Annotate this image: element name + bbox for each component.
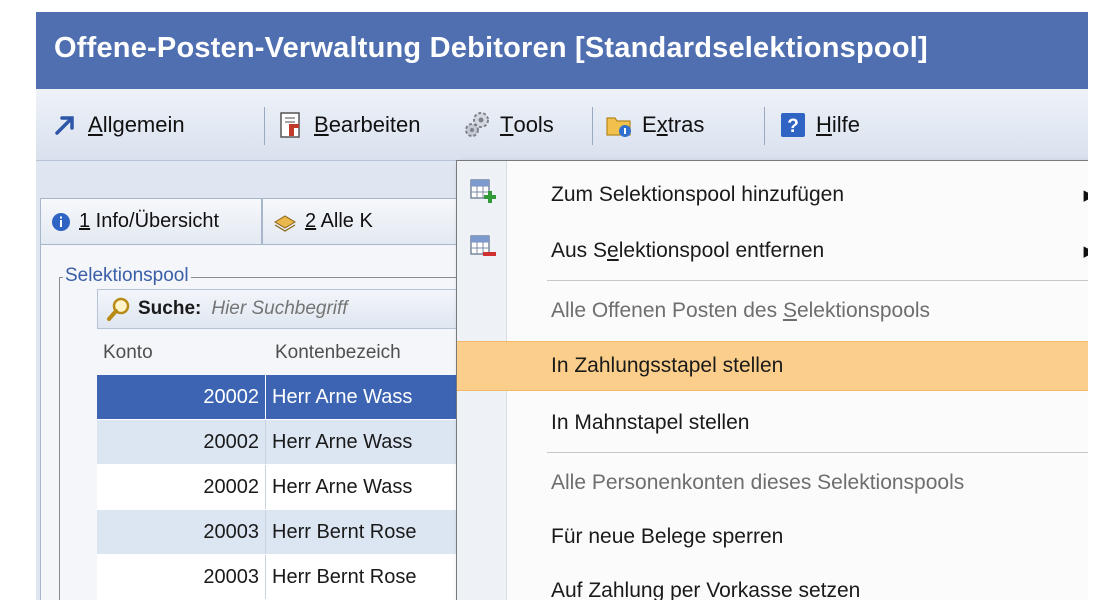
menu-extras-label: tras: [667, 112, 705, 137]
folder-icon: [604, 110, 634, 140]
arrow-icon: [50, 110, 80, 140]
tab-alle-key: 2: [305, 210, 317, 232]
menu-tools-key: T: [500, 112, 514, 137]
toolbar-separator: [264, 107, 265, 145]
menu-header1-key: S: [782, 299, 797, 322]
menu-header-personenkonten-label: Alle Personenkonten dieses Selektionspoo…: [551, 471, 965, 494]
submenu-arrow-icon: ▶: [1083, 186, 1088, 204]
menu-extras[interactable]: Ex tras: [604, 106, 704, 144]
cell-konto: 20002: [203, 385, 259, 408]
info-icon: [51, 212, 71, 232]
tab-info-uebersicht[interactable]: 1 Info/Übersicht: [40, 198, 262, 244]
menu-extras-pre: E: [642, 112, 657, 137]
menu-header-offene-posten-label: Alle Offenen Posten des Selektionspools: [551, 299, 930, 323]
menu-item-sperren-label: Für neue Belege sperren: [551, 525, 784, 548]
menu-header-offene-posten: Alle Offenen Posten des Selektionspools: [457, 285, 1088, 337]
menu-item-vorkasse[interactable]: Auf Zahlung per Vorkasse setzen: [457, 565, 1088, 600]
menu-allgemein[interactable]: Allgemein: [50, 106, 185, 144]
search-icon: [106, 296, 132, 322]
document-icon: [276, 110, 306, 140]
toolbar: Allgemein Bearbeiten Tools Ex tras ? H i…: [36, 89, 1088, 161]
menu-tools[interactable]: Tools: [462, 106, 554, 144]
table-add-icon: [469, 177, 497, 205]
menu-bearbeiten-label: earbeiten: [328, 112, 421, 137]
column-header-konto[interactable]: Konto: [97, 331, 265, 375]
menu-item-zahlungsstapel-label: In Zahlungsstapel stellen: [551, 354, 784, 377]
pages-icon: [273, 212, 297, 232]
cell-konto: 20002: [203, 430, 259, 453]
menu-item-mahnstapel[interactable]: In Mahnstapel stellen: [457, 397, 1088, 449]
menu-tools-label: ools: [513, 112, 554, 137]
tab-bar: 1 Info/Übersicht 2 Alle K: [36, 198, 476, 244]
menu-extras-key: x: [656, 112, 668, 137]
search-input[interactable]: [211, 298, 452, 320]
menu-header-personenkonten: Alle Personenkonten dieses Selektionspoo…: [457, 457, 1088, 509]
menu-bearbeiten-key: B: [314, 112, 329, 137]
menu-item-vorkasse-label: Auf Zahlung per Vorkasse setzen: [551, 579, 861, 600]
menu-hilfe-label: ilfe: [831, 112, 861, 137]
help-icon: ?: [778, 110, 808, 140]
menu-item-add-label: Zum Selektionspool hinzufügen: [551, 183, 845, 206]
toolbar-separator: [592, 107, 593, 145]
title-bar: Offene-Posten-Verwaltung Debitoren [Stan…: [36, 12, 1088, 89]
menu-item-add-to-pool[interactable]: Zum Selektionspool hinzufügen ▶: [457, 169, 1088, 221]
group-label: Selektionspool: [63, 265, 191, 287]
menu-bearbeiten[interactable]: Bearbeiten: [276, 106, 420, 144]
svg-text:?: ?: [787, 116, 799, 137]
menu-allgemein-label: llgemein: [102, 112, 185, 137]
search-label: Suche:: [138, 298, 202, 319]
submenu-arrow-icon: ▶: [1083, 242, 1088, 260]
tab-alle-konten[interactable]: 2 Alle K: [262, 198, 462, 244]
tab-alle-label: Alle K: [316, 210, 373, 232]
cell-konto: 20003: [203, 520, 259, 543]
menu-item-zahlungsstapel[interactable]: In Zahlungsstapel stellen: [457, 341, 1088, 391]
menu-separator: [547, 452, 1088, 453]
menu-separator: [547, 280, 1088, 281]
table-remove-icon: [469, 233, 497, 261]
menu-item-remove-label: Aus Selektionspool entfernen: [551, 239, 824, 263]
menu-item-sperren[interactable]: Für neue Belege sperren: [457, 511, 1088, 563]
menu-header1-pre: Alle Offenen Posten des: [551, 299, 783, 322]
menu-item-remove-post: lektionspool entfernen: [618, 239, 825, 262]
app-window: Offene-Posten-Verwaltung Debitoren [Stan…: [36, 12, 1088, 600]
menu-header1-post: elektionspools: [796, 299, 931, 322]
menu-hilfe[interactable]: ? Hilfe: [778, 106, 860, 144]
menu-item-remove-pre: Aus S: [551, 239, 608, 262]
gears-icon: [462, 110, 492, 140]
tab-info-label: Info/Übersicht: [90, 210, 220, 232]
menu-hilfe-key: H: [816, 112, 832, 137]
menu-item-remove-key: e: [607, 239, 619, 262]
window-title: Offene-Posten-Verwaltung Debitoren [Stan…: [54, 32, 928, 64]
menu-allgemein-key: A: [88, 112, 103, 137]
tools-dropdown-menu: Zum Selektionspool hinzufügen ▶ Aus Sele…: [456, 160, 1088, 600]
tab-info-key: 1: [79, 210, 91, 232]
menu-item-remove-from-pool[interactable]: Aus Selektionspool entfernen ▶: [457, 225, 1088, 277]
toolbar-separator: [764, 107, 765, 145]
cell-konto: 20002: [203, 475, 259, 498]
cell-konto: 20003: [203, 565, 259, 588]
menu-item-mahnstapel-label: In Mahnstapel stellen: [551, 411, 750, 434]
